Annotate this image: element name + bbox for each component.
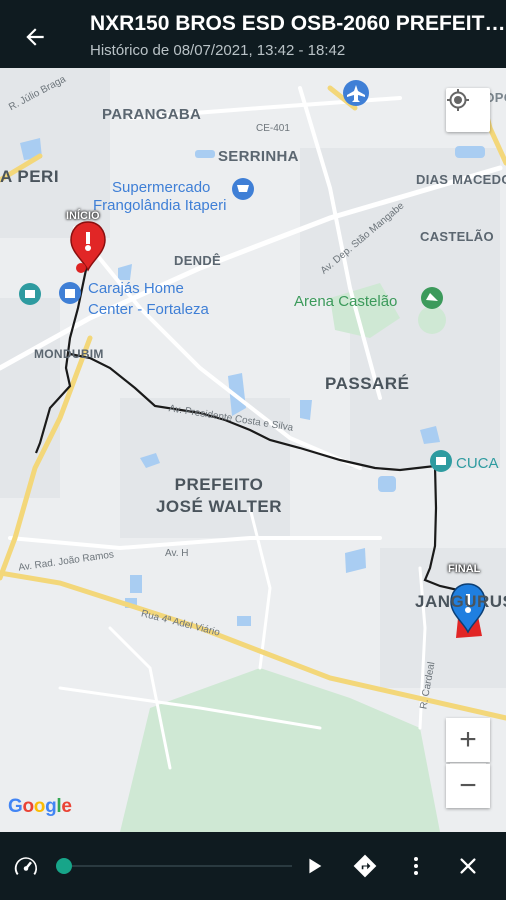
district-label: DIAS MACEDO (416, 172, 506, 187)
district-label: PASSARÉ (325, 374, 410, 393)
more-options-button[interactable] (400, 850, 432, 882)
district-label: JANGURUS (415, 592, 506, 611)
close-button[interactable] (452, 850, 484, 882)
speedometer-icon (14, 857, 38, 875)
arrow-back-icon (26, 28, 44, 46)
playback-bar (0, 832, 506, 900)
shopping-bag-icon (59, 282, 81, 304)
district-label: PARANGABA (102, 106, 202, 123)
poi-label[interactable]: Frangolândia Itaperi (93, 196, 226, 215)
top-app-bar: NXR150 BROS ESD OSB-2060 PREFEITURA Hist… (0, 0, 506, 68)
directions-button[interactable] (349, 850, 381, 882)
play-icon (309, 858, 322, 874)
poi-label[interactable]: Center - Fortaleza (88, 300, 209, 319)
page-title: NXR150 BROS ESD OSB-2060 PREFEITURA (90, 12, 506, 35)
cuca-icon (430, 450, 452, 472)
district-label: A PERI (0, 167, 60, 186)
back-button[interactable] (18, 20, 52, 54)
poi-label[interactable]: Supermercado (112, 178, 210, 197)
airport-icon (343, 80, 369, 106)
district-label-line1: PREFEITO (174, 475, 264, 494)
poi-label[interactable]: CUCA (456, 455, 499, 472)
poi-label[interactable]: Arena Castelão (294, 293, 397, 310)
district-label: MONDUBIM (34, 347, 104, 361)
district-label: DENDÊ (174, 253, 222, 268)
route-start-label: INÍCIO (66, 210, 100, 222)
road-label: Av. H (165, 548, 189, 559)
more-vert-icon (414, 857, 418, 875)
zoom-out-button[interactable]: − (446, 764, 490, 808)
play-button[interactable] (298, 850, 330, 882)
speed-button[interactable] (10, 850, 42, 882)
my-location-button[interactable] (446, 88, 490, 132)
history-range: Histórico de 08/07/2021, 13:42 - 18:42 (90, 42, 346, 59)
google-logo: Google (8, 796, 72, 817)
district-label-line2: JOSÉ WALTER (155, 497, 283, 516)
poi-label[interactable]: Carajás Home (88, 279, 184, 298)
start-marker (70, 221, 106, 273)
shopping-cart-icon (232, 178, 254, 200)
route-end-label: FINAL (448, 563, 481, 575)
zoom-divider (450, 763, 486, 764)
stadium-icon (421, 287, 443, 309)
district-label: SERRINHA (218, 148, 299, 165)
map-view[interactable]: PARANGABA SERRINHA AEROPO DIAS MACEDO CA… (0, 68, 506, 832)
directions-icon (353, 854, 377, 878)
close-icon (460, 858, 476, 874)
playback-slider-thumb[interactable] (56, 858, 72, 874)
district-label: CASTELÃO (420, 229, 494, 244)
road-label: CE-401 (256, 123, 290, 134)
landmark-icon (19, 283, 41, 305)
zoom-in-button[interactable]: + (446, 718, 490, 762)
playback-track[interactable] (72, 865, 292, 867)
my-location-icon (447, 89, 469, 111)
